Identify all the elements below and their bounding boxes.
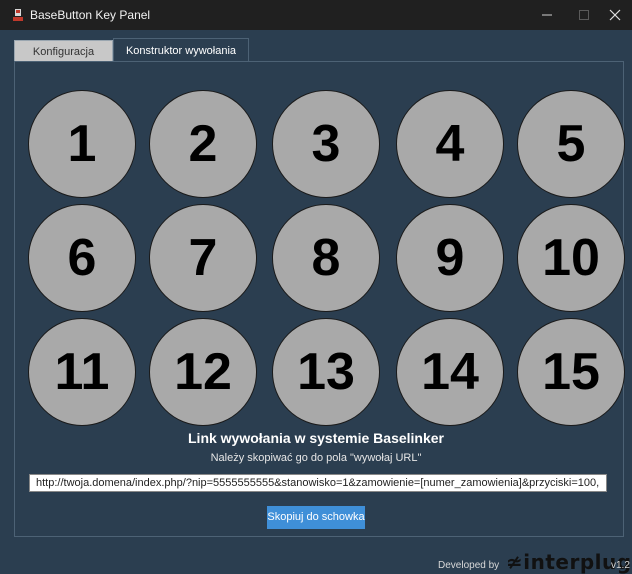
version-label: v1.2 xyxy=(611,560,630,571)
key-button-5[interactable]: 5 xyxy=(517,90,625,198)
interplug-logo-mark-icon: ≄ xyxy=(506,550,524,574)
key-button-1[interactable]: 1 xyxy=(28,90,136,198)
key-button-3[interactable]: 3 xyxy=(272,90,380,198)
key-button-13[interactable]: 13 xyxy=(272,318,380,426)
key-button-8[interactable]: 8 xyxy=(272,204,380,312)
key-button-11[interactable]: 11 xyxy=(28,318,136,426)
key-button-15[interactable]: 15 xyxy=(517,318,625,426)
key-button-7[interactable]: 7 xyxy=(149,204,257,312)
developed-by-label: Developed by xyxy=(438,560,500,571)
section-heading: Link wywołania w systemie Baselinker xyxy=(188,430,444,446)
key-button-6[interactable]: 6 xyxy=(28,204,136,312)
section-subheading: Należy skopiwać go do pola "wywołaj URL" xyxy=(210,452,422,464)
key-button-4[interactable]: 4 xyxy=(396,90,504,198)
key-button-12[interactable]: 12 xyxy=(149,318,257,426)
footer: Developed by ≄interplug v1.2 xyxy=(0,548,632,574)
key-button-10[interactable]: 10 xyxy=(517,204,625,312)
copy-to-clipboard-button[interactable]: Skopiuj do schowka xyxy=(267,506,365,529)
key-button-2[interactable]: 2 xyxy=(149,90,257,198)
key-button-14[interactable]: 14 xyxy=(396,318,504,426)
url-field[interactable] xyxy=(29,474,607,492)
key-button-grid: 1 2 3 4 5 6 7 8 9 10 11 12 13 14 15 xyxy=(0,0,632,430)
key-button-9[interactable]: 9 xyxy=(396,204,504,312)
